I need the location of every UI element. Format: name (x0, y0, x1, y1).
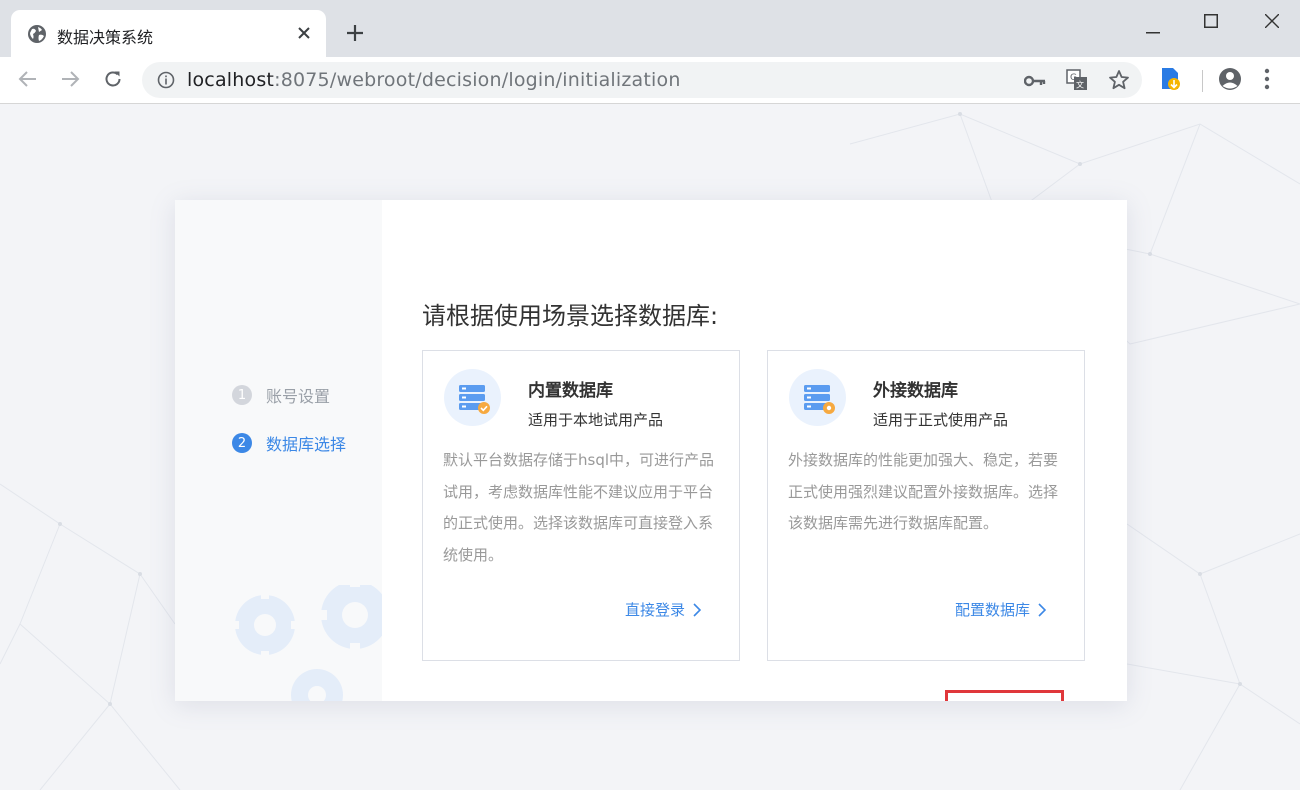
info-icon[interactable] (157, 71, 175, 93)
close-icon[interactable] (296, 25, 312, 45)
browser-toolbar: localhost:8075/webroot/decision/login/in… (0, 57, 1300, 104)
toolbar-separator (1202, 70, 1203, 92)
option-external-database: 外接数据库 适用于正式使用产品 外接数据库的性能更加强大、稳定，若要正式使用强烈… (767, 350, 1085, 661)
page-background: 1 账号设置 2 数据库选择 请根据使用场景选择数据库: 内置数据库 适用于本地… (0, 104, 1300, 790)
extension-icon[interactable] (1159, 67, 1181, 95)
option-title: 外接数据库 (873, 381, 958, 401)
configure-database-button[interactable]: 配置数据库 (955, 599, 1047, 620)
step-number: 2 (232, 433, 252, 453)
window-close-icon[interactable] (1264, 13, 1280, 32)
url-path: :8075/webroot/decision/login/initializat… (274, 69, 681, 91)
star-icon[interactable] (1108, 69, 1130, 95)
option-subtitle: 适用于本地试用产品 (528, 411, 664, 429)
browser-tab-strip: 数据决策系统 (0, 0, 1300, 57)
chevron-right-icon (1038, 602, 1047, 617)
reload-icon[interactable] (103, 69, 123, 93)
step-account-settings: 1 账号设置 (232, 384, 330, 406)
chevron-right-icon (693, 602, 702, 617)
direct-login-button[interactable]: 直接登录 (625, 599, 702, 620)
globe-icon (27, 24, 47, 48)
configure-database-label: 配置数据库 (955, 601, 1031, 619)
back-icon[interactable] (18, 69, 38, 93)
step-label: 数据库选择 (266, 435, 347, 454)
step-panel: 1 账号设置 2 数据库选择 (175, 200, 382, 701)
setup-card: 1 账号设置 2 数据库选择 请根据使用场景选择数据库: 内置数据库 适用于本地… (175, 200, 1127, 701)
option-description: 外接数据库的性能更加强大、稳定，若要正式使用强烈建议配置外接数据库。选择该数据库… (788, 451, 1059, 532)
plus-icon[interactable] (345, 23, 365, 47)
step-label: 账号设置 (266, 387, 331, 406)
url-text[interactable]: localhost:8075/webroot/decision/login/in… (187, 69, 681, 91)
option-description: 默认平台数据存储于hsql中，可进行产品试用，考虑数据库性能不建议应用于平台的正… (443, 451, 715, 564)
tab-title: 数据决策系统 (57, 28, 154, 47)
url-host: localhost (187, 69, 275, 91)
step-number: 1 (232, 385, 252, 405)
option-title: 内置数据库 (528, 381, 613, 401)
gears-decoration-icon (235, 585, 382, 701)
menu-icon[interactable] (1264, 68, 1270, 94)
option-builtin-database: 内置数据库 适用于本地试用产品 默认平台数据存储于hsql中，可进行产品试用，考… (422, 350, 740, 661)
svg-text:文: 文 (1076, 80, 1084, 90)
maximize-icon[interactable] (1204, 13, 1218, 32)
translate-icon[interactable]: G文 (1066, 69, 1088, 95)
minimize-icon[interactable] (1146, 19, 1160, 38)
option-subtitle: 适用于正式使用产品 (873, 411, 1009, 429)
address-bar[interactable]: localhost:8075/webroot/decision/login/in… (142, 62, 1142, 98)
database-check-icon (444, 369, 501, 426)
database-gear-icon (789, 369, 846, 426)
step-database-selection: 2 数据库选择 (232, 432, 346, 454)
direct-login-label: 直接登录 (625, 601, 686, 619)
highlight-annotation-box (945, 690, 1064, 701)
page-title: 请根据使用场景选择数据库: (422, 302, 719, 330)
profile-icon[interactable] (1218, 67, 1242, 95)
key-icon[interactable] (1023, 73, 1046, 92)
browser-tab[interactable]: 数据决策系统 (11, 10, 326, 57)
forward-icon[interactable] (60, 69, 80, 93)
